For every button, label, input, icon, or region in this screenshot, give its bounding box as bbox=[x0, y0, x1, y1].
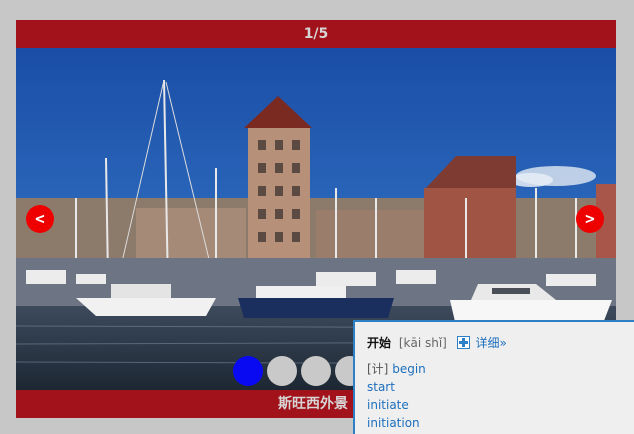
slide-counter: 1/5 bbox=[303, 26, 329, 42]
definition-row: [计] begin bbox=[367, 360, 426, 378]
dictionary-popup: 开始 [kāi shǐ] 详细» [计] begin start initiat… bbox=[353, 320, 634, 434]
definition-row: initiate bbox=[367, 396, 426, 414]
popup-header: 开始 [kāi shǐ] 详细» bbox=[367, 334, 507, 351]
popup-detail-link[interactable]: 详细» bbox=[476, 336, 507, 350]
popup-word: 开始 bbox=[367, 336, 392, 350]
pagination-dot-1[interactable] bbox=[233, 356, 263, 386]
popup-definitions: [计] begin start initiate initiation bbox=[367, 360, 426, 432]
definition-link[interactable]: initiation bbox=[367, 416, 420, 430]
slide-caption: 斯旺西外景 bbox=[278, 396, 348, 412]
previous-slide-button[interactable]: < bbox=[26, 205, 54, 233]
pagination-dot-2[interactable] bbox=[267, 356, 297, 386]
definition-row: initiation bbox=[367, 414, 426, 432]
slide-counter-bar: 1/5 bbox=[16, 20, 616, 48]
definition-link[interactable]: initiate bbox=[367, 398, 409, 412]
pagination-dot-3[interactable] bbox=[301, 356, 331, 386]
chevron-right-icon: > bbox=[585, 209, 595, 228]
add-to-wordbook-icon[interactable] bbox=[456, 336, 470, 349]
definition-tag: [计] bbox=[367, 362, 389, 376]
definition-link[interactable]: start bbox=[367, 380, 395, 394]
chevron-left-icon: < bbox=[35, 209, 45, 228]
definition-link[interactable]: begin bbox=[392, 362, 426, 376]
popup-pinyin: [kāi shǐ] bbox=[398, 336, 447, 350]
definition-row: start bbox=[367, 378, 426, 396]
next-slide-button[interactable]: > bbox=[576, 205, 604, 233]
